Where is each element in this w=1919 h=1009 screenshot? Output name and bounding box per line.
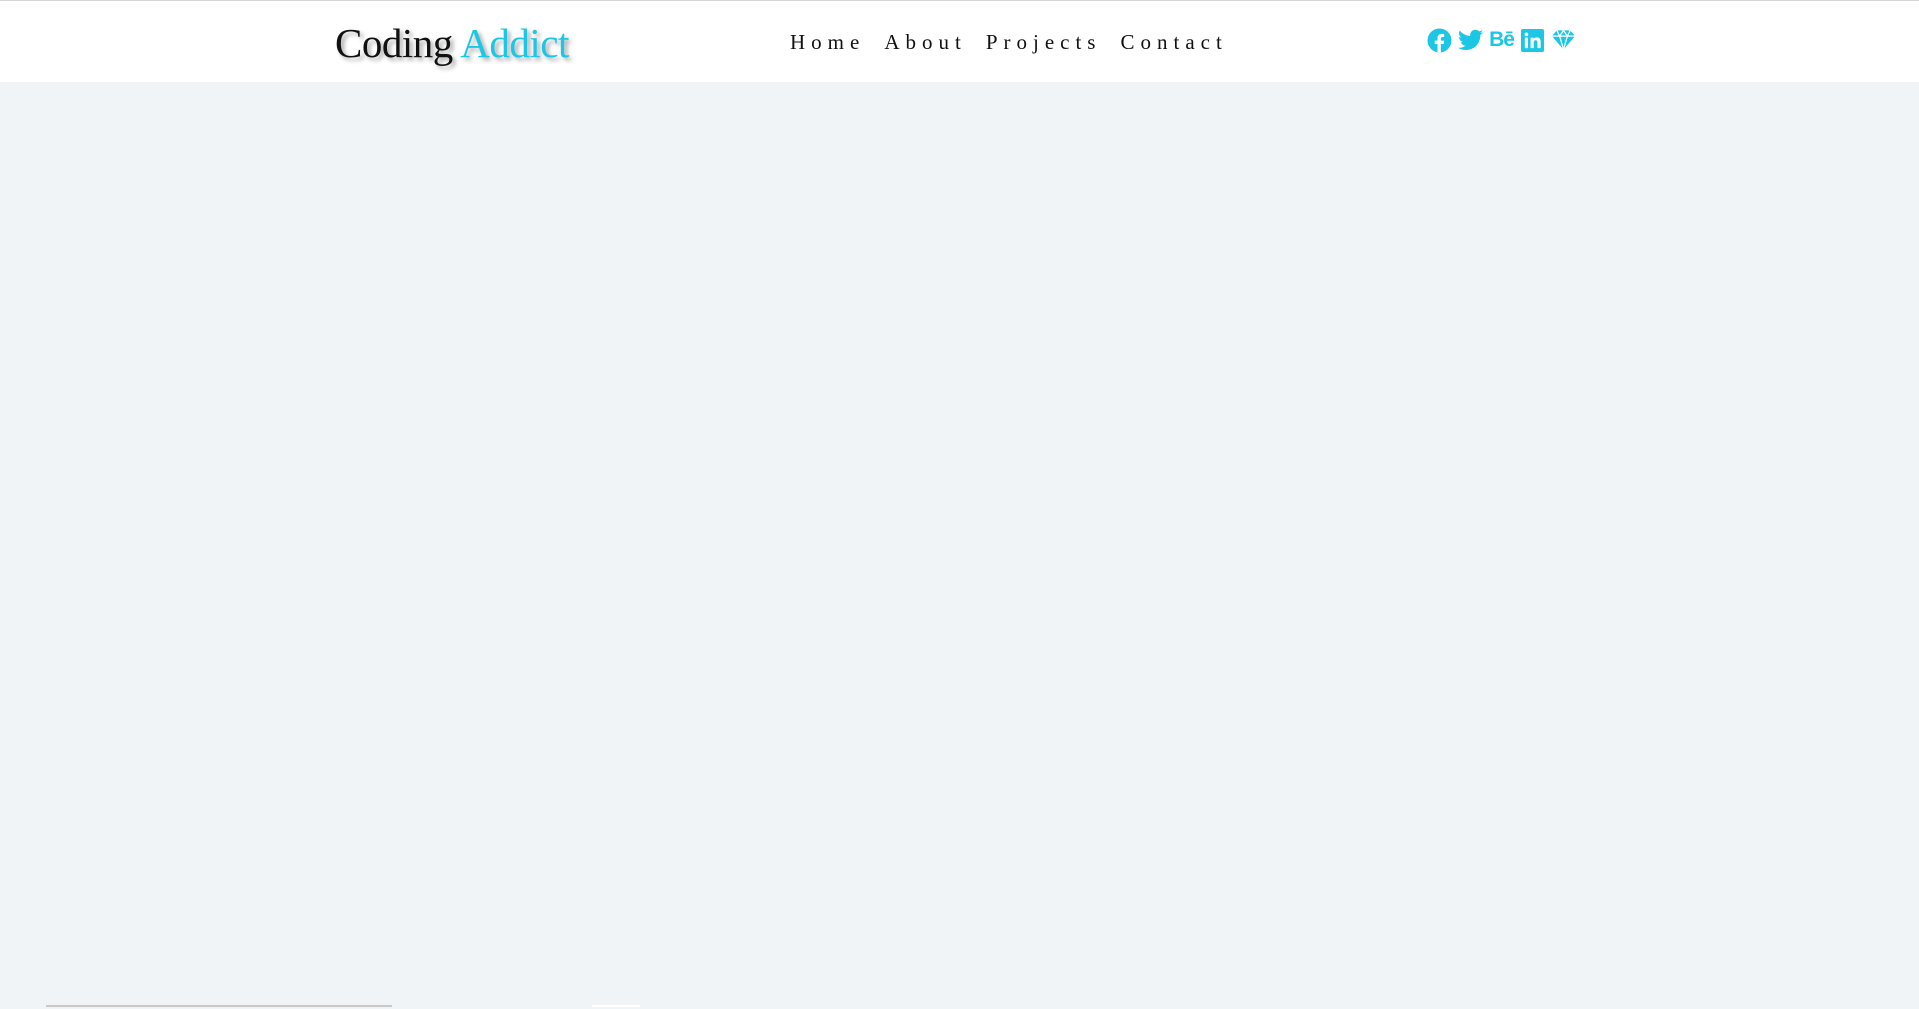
nav-item-about: About [884, 27, 967, 57]
logo-first-word: Coding [335, 20, 453, 66]
navbar: Coding Addict Home About Projects Contac… [0, 0, 1919, 82]
nav-link-projects[interactable]: Projects [986, 30, 1102, 54]
nav-item-contact: Contact [1120, 27, 1227, 57]
facebook-icon[interactable] [1427, 27, 1452, 53]
linkedin-icon[interactable] [1520, 27, 1545, 53]
nav-item-projects: Projects [986, 27, 1102, 57]
site-logo[interactable]: Coding Addict [335, 19, 569, 67]
twitter-icon[interactable] [1458, 27, 1483, 53]
social-links: Bē [1427, 27, 1576, 53]
behance-glyph: Bē [1489, 28, 1515, 51]
scrollbar-marker [592, 1005, 640, 1007]
behance-icon[interactable]: Bē [1489, 27, 1515, 53]
nav-link-contact[interactable]: Contact [1120, 30, 1227, 54]
nav-link-about[interactable]: About [884, 30, 967, 54]
nav-item-home: Home [790, 27, 865, 57]
diamond-icon[interactable] [1551, 27, 1576, 53]
nav-link-home[interactable]: Home [790, 30, 865, 54]
horizontal-scrollbar[interactable] [0, 1005, 1919, 1009]
logo-second-word: Addict [460, 20, 569, 66]
scrollbar-thumb[interactable] [46, 1005, 392, 1007]
main-content-area [0, 82, 1919, 1009]
nav-menu: Home About Projects Contact [790, 27, 1228, 57]
